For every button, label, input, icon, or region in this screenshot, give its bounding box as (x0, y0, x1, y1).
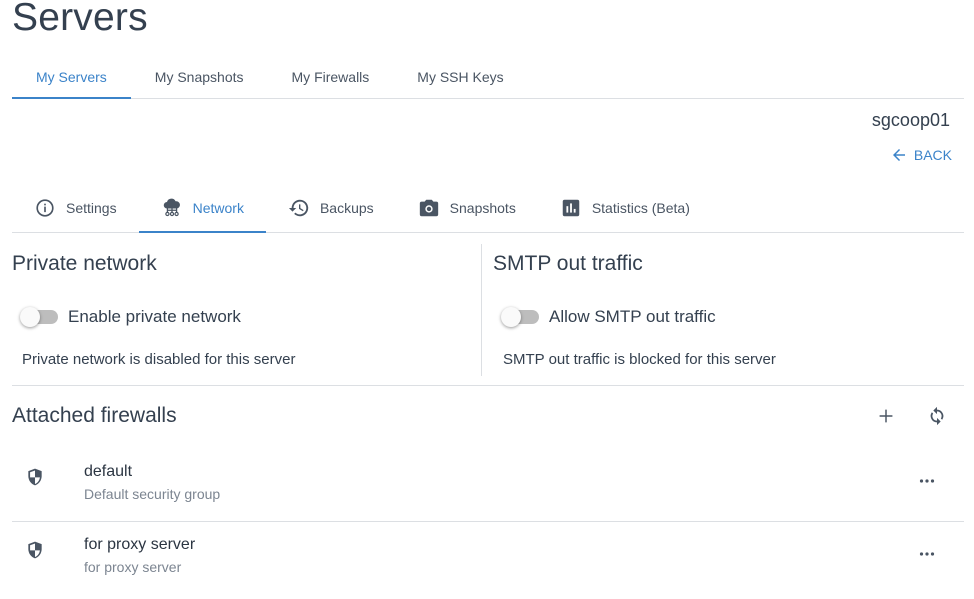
tab-statistics-label: Statistics (Beta) (591, 200, 690, 216)
more-horizontal-icon[interactable] (915, 469, 939, 493)
top-tab-bar: My Servers My Snapshots My Firewalls My … (12, 56, 964, 99)
private-network-status: Private network is disabled for this ser… (22, 351, 296, 368)
tab-snapshots[interactable]: Snapshots (396, 184, 538, 232)
smtp-toggle[interactable] (501, 307, 539, 327)
smtp-status: SMTP out traffic is blocked for this ser… (503, 351, 776, 368)
page-title: Servers (12, 0, 148, 39)
toggle-knob (20, 307, 40, 327)
tab-my-firewalls[interactable]: My Firewalls (268, 56, 394, 98)
cloud-network-icon (163, 198, 180, 217)
smtp-toggle-row: Allow SMTP out traffic (501, 307, 716, 327)
firewall-row[interactable]: default Default security group (12, 449, 964, 522)
smtp-toggle-label: Allow SMTP out traffic (549, 307, 716, 326)
section-divider (12, 385, 964, 386)
tab-my-ssh-keys[interactable]: My SSH Keys (393, 56, 527, 98)
tab-my-servers[interactable]: My Servers (12, 56, 131, 99)
private-network-toggle-row: Enable private network (20, 307, 241, 327)
tab-settings[interactable]: Settings (12, 184, 139, 232)
bar-chart-icon (562, 199, 580, 217)
refresh-icon[interactable] (926, 405, 948, 427)
private-network-toggle-label: Enable private network (68, 307, 241, 326)
smtp-heading: SMTP out traffic (493, 252, 643, 275)
private-network-panel: Private network Enable private network P… (12, 244, 482, 376)
tab-my-snapshots[interactable]: My Snapshots (131, 56, 268, 98)
shield-icon (28, 541, 42, 559)
firewall-row[interactable]: for proxy server for proxy server (12, 522, 964, 595)
tab-settings-label: Settings (66, 200, 117, 216)
firewall-name: for proxy server (84, 536, 196, 553)
tab-network[interactable]: Network (138, 184, 267, 233)
firewall-name: default (84, 463, 133, 480)
server-name: sgcoop01 (871, 110, 950, 130)
toggle-knob (501, 307, 521, 327)
back-label: BACK (913, 147, 952, 163)
tab-network-label: Network (192, 200, 244, 216)
server-sub-tab-bar: Settings Network Backups Snapshots Stati… (12, 184, 964, 233)
private-network-heading: Private network (12, 252, 157, 275)
firewall-description: Default security group (84, 486, 221, 502)
arrow-left-icon (892, 149, 905, 161)
history-icon (288, 199, 309, 217)
tab-statistics[interactable]: Statistics (Beta) (538, 184, 712, 232)
add-icon[interactable] (875, 405, 897, 427)
private-network-toggle[interactable] (20, 307, 58, 327)
tab-backups-label: Backups (319, 200, 374, 216)
tab-backups[interactable]: Backups (266, 184, 396, 232)
smtp-panel: SMTP out traffic Allow SMTP out traffic … (493, 244, 964, 376)
back-button[interactable]: BACK (890, 146, 952, 164)
firewall-description: for proxy server (84, 559, 182, 575)
camera-icon (419, 199, 438, 217)
shield-icon (28, 468, 42, 486)
attached-firewalls-heading: Attached firewalls (12, 404, 177, 427)
tab-snapshots-label: Snapshots (449, 200, 516, 216)
more-horizontal-icon[interactable] (915, 542, 939, 566)
info-icon (36, 199, 54, 217)
